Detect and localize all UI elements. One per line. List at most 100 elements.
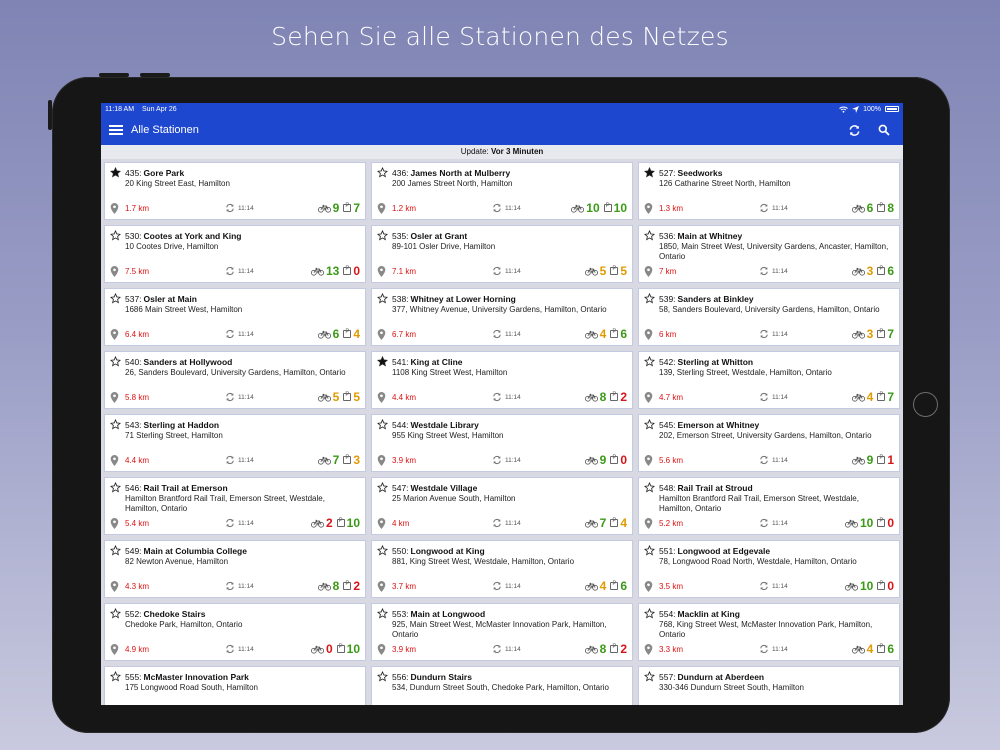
side-button (99, 73, 129, 77)
favorite-star-filled-icon[interactable] (377, 356, 388, 367)
station-footer: 4.4 km 11:14 7 3 (110, 453, 360, 467)
station-card[interactable]: 552: Chedoke Stairs Chedoke Park, Hamilt… (104, 603, 366, 661)
station-card[interactable]: 527: Seedworks 126 Catharine Street Nort… (638, 162, 900, 220)
station-id: 535: (392, 231, 409, 241)
station-counts: 10 0 (844, 579, 894, 593)
favorite-star-icon[interactable] (377, 293, 388, 304)
station-card[interactable]: 530: Cootes at York and King 10 Cootes D… (104, 225, 366, 283)
refresh-button[interactable] (843, 119, 865, 141)
station-id: 554: (659, 609, 676, 619)
station-card[interactable]: 549: Main at Columbia College 82 Newton … (104, 540, 366, 598)
station-card[interactable]: 557: Dundurn at Aberdeen 330-346 Dundurn… (638, 666, 900, 705)
station-distance: 4 km (392, 518, 410, 528)
favorite-star-filled-icon[interactable] (644, 167, 655, 178)
station-card[interactable]: 541: King at Cline 1108 King Street West… (371, 351, 633, 409)
refresh-icon (760, 203, 768, 213)
favorite-star-icon[interactable] (110, 671, 121, 682)
station-card[interactable]: 545: Emerson at Whitney 202, Emerson Str… (638, 414, 900, 472)
station-update-time: 11:14 (492, 203, 562, 213)
favorite-star-icon[interactable] (377, 482, 388, 493)
station-card[interactable]: 538: Whitney at Lower Horning 377, Whitn… (371, 288, 633, 346)
station-card[interactable]: 539: Sanders at Binkley 58, Sanders Boul… (638, 288, 900, 346)
station-distance: 3.3 km (659, 644, 684, 654)
location-arrow-icon (852, 105, 860, 113)
station-card[interactable]: 436: James North at Mulberry 200 James S… (371, 162, 633, 220)
station-card[interactable]: 536: Main at Whitney 1850, Main Street W… (638, 225, 900, 283)
station-card[interactable]: 544: Westdale Library 955 King Street We… (371, 414, 633, 472)
station-card[interactable]: 554: Macklin at King 768, King Street We… (638, 603, 900, 661)
available-docks: 7 (887, 390, 894, 404)
station-card[interactable]: 542: Sterling at Whitton 139, Sterling S… (638, 351, 900, 409)
favorite-star-icon[interactable] (377, 167, 388, 178)
favorite-star-icon[interactable] (110, 545, 121, 556)
station-footer: 4.3 km 11:14 8 2 (110, 579, 360, 593)
favorite-star-icon[interactable] (377, 608, 388, 619)
station-address: 955 King Street West, Hamilton (392, 431, 504, 440)
station-card[interactable]: 537: Osler at Main 1686 Main Street West… (104, 288, 366, 346)
station-counts: 5 5 (584, 264, 627, 278)
station-card[interactable]: 550: Longwood at King 881, King Street W… (371, 540, 633, 598)
station-id: 555: (125, 672, 142, 682)
station-update-time: 11:14 (492, 581, 562, 591)
favorite-star-filled-icon[interactable] (110, 167, 121, 178)
search-icon (878, 124, 890, 136)
favorite-star-icon[interactable] (110, 608, 121, 619)
station-update-time: 11:14 (759, 518, 829, 528)
favorite-star-icon[interactable] (377, 671, 388, 682)
search-button[interactable] (873, 119, 895, 141)
favorite-star-icon[interactable] (110, 293, 121, 304)
hamburger-menu-icon[interactable] (109, 125, 123, 135)
station-counts: 0 10 (310, 642, 360, 656)
favorite-star-icon[interactable] (110, 230, 121, 241)
parking-dock-icon (877, 392, 886, 401)
station-card[interactable]: 548: Rail Trail at Stroud Hamilton Brant… (638, 477, 900, 535)
station-distance: 5.6 km (659, 455, 684, 465)
favorite-star-icon[interactable] (644, 608, 655, 619)
station-counts: 9 0 (584, 453, 627, 467)
bike-icon (851, 456, 865, 465)
wifi-icon (839, 106, 848, 113)
station-card[interactable]: 556: Dundurn Stairs 534, Dundurn Street … (371, 666, 633, 705)
station-footer: 7.1 km 11:14 5 5 (377, 264, 627, 278)
location-pin-icon (377, 580, 386, 592)
home-button[interactable] (913, 392, 938, 417)
station-card[interactable]: 540: Sanders at Hollywood 26, Sanders Bo… (104, 351, 366, 409)
favorite-star-icon[interactable] (644, 671, 655, 682)
update-time-text: 11:14 (238, 330, 254, 338)
favorite-star-icon[interactable] (644, 482, 655, 493)
station-card[interactable]: 543: Sterling at Haddon 71 Sterling Stre… (104, 414, 366, 472)
station-distance: 5.4 km (125, 518, 150, 528)
favorite-star-icon[interactable] (644, 356, 655, 367)
update-time-text: 11:14 (772, 204, 788, 212)
station-update-time: 11:14 (225, 644, 295, 654)
update-time-text: 11:14 (238, 267, 254, 275)
favorite-star-icon[interactable] (110, 356, 121, 367)
station-update-time: 11:14 (492, 644, 562, 654)
station-card[interactable]: 435: Gore Park 20 King Street East, Hami… (104, 162, 366, 220)
station-card[interactable]: 546: Rail Trail at Emerson Hamilton Bran… (104, 477, 366, 535)
station-card[interactable]: 535: Osler at Grant 89-101 Osler Drive, … (371, 225, 633, 283)
parking-dock-icon (877, 329, 886, 338)
station-name: Westdale Library (410, 420, 479, 430)
station-id: 435: (125, 168, 142, 178)
favorite-star-icon[interactable] (644, 230, 655, 241)
favorite-star-icon[interactable] (377, 545, 388, 556)
favorite-star-icon[interactable] (110, 482, 121, 493)
favorite-star-icon[interactable] (644, 293, 655, 304)
available-bikes: 4 (599, 579, 607, 593)
update-time-text: 11:14 (772, 393, 788, 401)
location-pin-icon (110, 643, 119, 655)
location-pin-icon (377, 265, 386, 277)
station-card[interactable]: 553: Main at Longwood 925, Main Street W… (371, 603, 633, 661)
station-card[interactable]: 555: McMaster Innovation Park 175 Longwo… (104, 666, 366, 705)
station-card[interactable]: 551: Longwood at Edgevale 78, Longwood R… (638, 540, 900, 598)
favorite-star-icon[interactable] (110, 419, 121, 430)
favorite-star-icon[interactable] (377, 230, 388, 241)
favorite-star-icon[interactable] (644, 545, 655, 556)
favorite-star-icon[interactable] (377, 419, 388, 430)
parking-dock-icon (877, 644, 886, 653)
station-name: Dundurn Stairs (410, 672, 472, 682)
favorite-star-icon[interactable] (644, 419, 655, 430)
station-update-time: 11:14 (225, 581, 295, 591)
station-card[interactable]: 547: Westdale Village 25 Marion Avenue S… (371, 477, 633, 535)
